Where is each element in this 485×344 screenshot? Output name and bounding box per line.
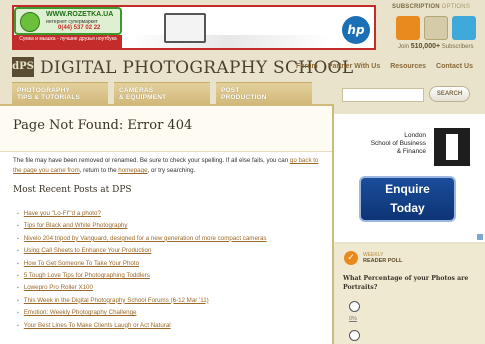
site-logo-icon[interactable]: dPS — [12, 57, 34, 77]
enquire-today-button[interactable]: Enquire Today — [359, 176, 456, 222]
recent-post-link[interactable]: Tips for Black and White Photography — [17, 222, 267, 234]
email-subscribe-icon[interactable] — [424, 16, 448, 40]
poll-option-percent: 0% — [349, 316, 357, 322]
nav-contact[interactable]: Contact Us — [436, 63, 473, 70]
error-message: The file may have been removed or rename… — [13, 157, 319, 174]
tab-cameras-equipment[interactable]: CAMERAS & EQUIPMENT — [114, 82, 210, 104]
rozetka-ad-panel: WWW.ROZETKA.UA интернет супермаркет 0(44… — [14, 7, 122, 35]
recent-post-link[interactable]: Nivelo 204 tripod by Vanguard, designed … — [17, 235, 267, 247]
reader-poll: ✓ WEEKLY READER POLL What Percentage of … — [334, 244, 485, 344]
recent-post-link[interactable]: Emotion: Weekly Photography Challenge — [17, 309, 267, 321]
sidebar-ad[interactable]: London School of Business & Finance Enqu… — [334, 114, 485, 242]
nav-forum[interactable]: Forum — [296, 63, 318, 70]
check-icon: ✓ — [344, 251, 358, 265]
subscription-box: SUBSCRIPTION OPTIONS Join 510,000+ Subsc… — [392, 4, 482, 54]
recent-posts-list: Have you "Lo-FI"'d a photo? Tips for Bla… — [17, 210, 267, 334]
poll-option-radio[interactable] — [349, 301, 360, 312]
subscription-options-link[interactable]: OPTIONS — [442, 4, 470, 10]
category-tabs: PHOTOGRAPHY TIPS & TUTORIALS CAMERAS & EQU… — [12, 82, 312, 104]
recent-post-link[interactable]: Using Call Sheets to Enhance Your Produc… — [17, 247, 267, 259]
poll-label: READER POLL — [363, 258, 403, 264]
ad-url: WWW.ROZETKA.UA — [46, 11, 114, 18]
ad-choices-icon[interactable] — [477, 234, 483, 240]
tab-post-production[interactable]: POST PRODUCTION — [216, 82, 312, 104]
tab-tips-tutorials[interactable]: PHOTOGRAPHY TIPS & TUTORIALS — [12, 82, 108, 104]
subscriber-count: Join 510,000+ Subscribers — [398, 43, 474, 50]
poll-option-radio[interactable] — [349, 330, 360, 341]
top-nav: Forum Partner With Us Resources Contact … — [296, 63, 473, 70]
nav-partner[interactable]: Partner With Us — [328, 63, 380, 70]
ad-phone: 0(44) 537 02 22 — [58, 25, 101, 31]
smiley-logo-icon — [20, 12, 40, 32]
laptop-icon — [164, 13, 206, 43]
nav-resources[interactable]: Resources — [390, 63, 426, 70]
main-content: Page Not Found: Error 404 The file may h… — [0, 104, 334, 344]
search-button[interactable]: SEARCH — [429, 86, 470, 102]
hp-logo-icon: hp — [342, 16, 370, 44]
recent-post-link[interactable]: How To Get Someone To Take Your Photo — [17, 260, 267, 272]
subscription-title: SUBSCRIPTION — [392, 4, 440, 10]
search-input[interactable] — [342, 88, 424, 102]
banner-ad[interactable]: WWW.ROZETKA.UA интернет супермаркет 0(44… — [12, 5, 376, 50]
recent-post-link[interactable]: 5 Tough Love Tips for Photographing Todd… — [17, 272, 267, 284]
recent-post-link[interactable]: Have you "Lo-FI"'d a photo? — [17, 210, 267, 222]
school-logo-icon — [434, 128, 470, 166]
ad-slogan: Сумка и мышка - лучшие друзья ноутбука — [14, 35, 122, 48]
ad-decoration — [129, 35, 329, 48]
recent-posts-heading: Most Recent Posts at DPS — [13, 185, 132, 195]
school-name: London School of Business & Finance — [370, 132, 426, 155]
homepage-link[interactable]: homepage — [118, 167, 147, 174]
recent-post-link[interactable]: Your Best Lines To Make Clients Laugh or… — [17, 322, 267, 334]
twitter-icon[interactable] — [452, 16, 476, 40]
page-header: Page Not Found: Error 404 — [0, 106, 334, 152]
page-title: Page Not Found: Error 404 — [13, 118, 193, 133]
rss-feed-icon[interactable] — [396, 16, 420, 40]
recent-post-link[interactable]: Lowepro Pro Roller X100 — [17, 284, 267, 296]
recent-post-link[interactable]: This Week in the Digital Photography Sch… — [17, 297, 267, 309]
poll-question: What Percentage of your Photos are Portr… — [343, 275, 469, 291]
